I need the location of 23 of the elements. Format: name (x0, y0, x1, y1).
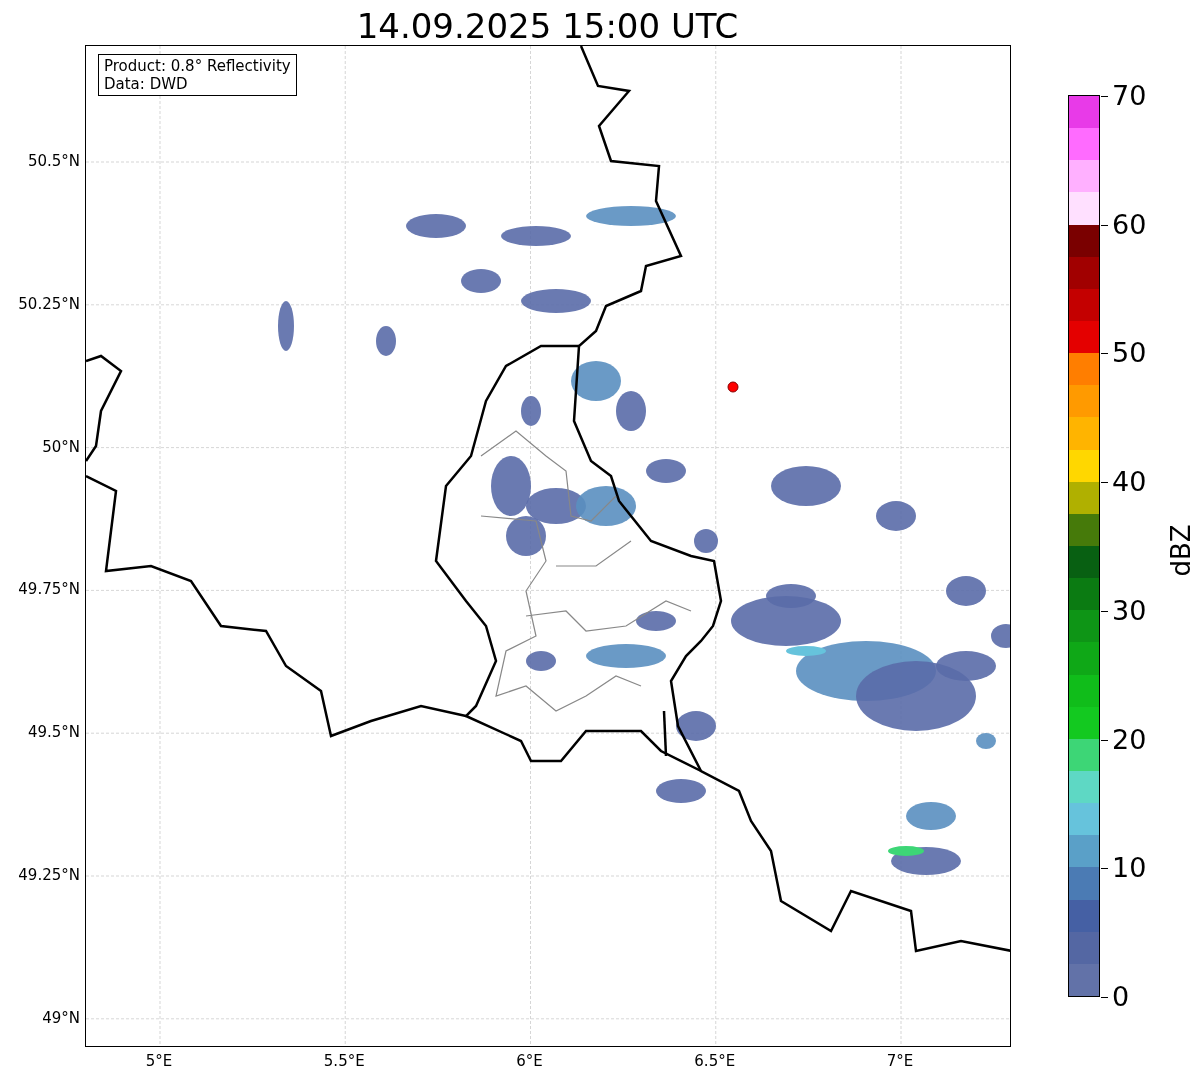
longitude-label: 5°E (144, 1052, 174, 1070)
longitude-label: 5.5°E (322, 1052, 366, 1070)
colorbar-tick-label: 50 (1112, 338, 1147, 369)
colorbar-tick-label: 40 (1112, 467, 1147, 498)
latitude-label: 49.75°N (17, 580, 80, 599)
colorbar-tick-label: 0 (1112, 982, 1130, 1012)
longitude-label: 6.5°E (693, 1052, 737, 1070)
colorbar-tick-label: 10 (1112, 853, 1147, 884)
colorbar-tick-label: 20 (1112, 724, 1147, 755)
colorbar-tick-label: 60 (1112, 209, 1147, 240)
latitude-label: 49.5°N (26, 723, 80, 742)
latitude-label: 49.25°N (17, 866, 80, 884)
longitude-label: 6°E (515, 1052, 544, 1070)
longitude-label: 7°E (885, 1052, 915, 1070)
latitude-label: 50°N (41, 437, 80, 456)
plot-title: 14.09.2025 15:00 UTC (356, 5, 739, 48)
colorbar-tick-label: 30 (1112, 595, 1147, 626)
latitude-label: 49°N (41, 1008, 80, 1027)
latitude-label: 50.25°N (17, 294, 80, 313)
info-box: Product: 0.8° Reflectivity Data: DWD (98, 54, 297, 96)
colorbar-label: dBZ (1164, 523, 1197, 577)
latitude-label: 50.5°N (26, 152, 80, 170)
colorbar-tick-label: 70 (1112, 81, 1147, 111)
